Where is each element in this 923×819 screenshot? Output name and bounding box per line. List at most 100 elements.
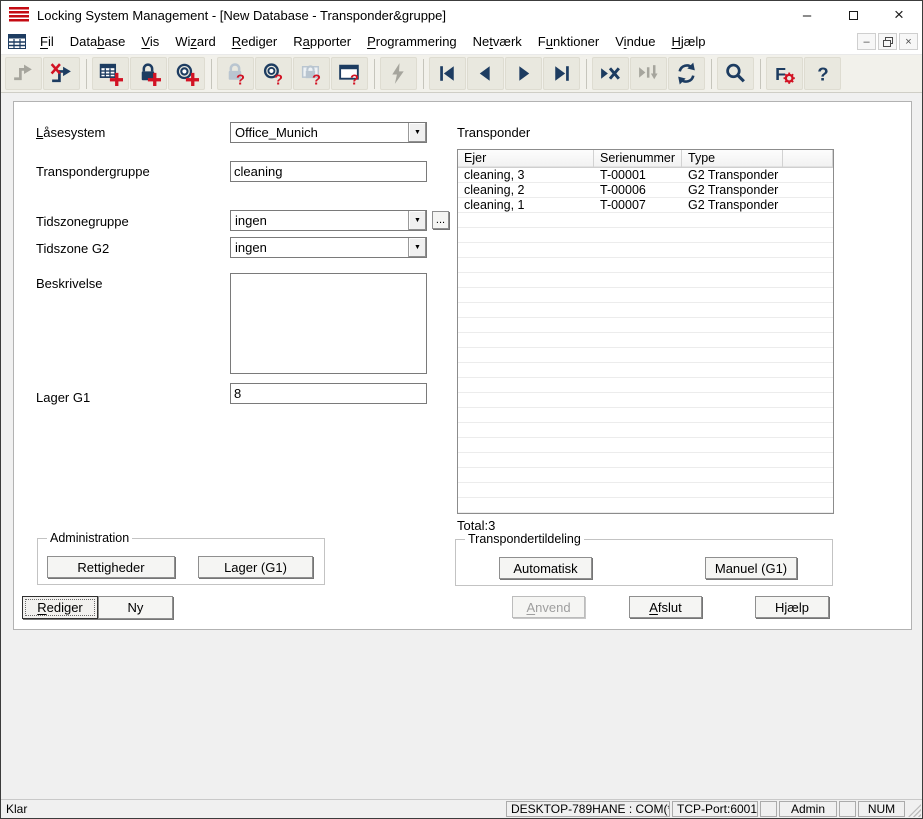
help-button[interactable]: ?	[804, 57, 841, 90]
remove-record-button[interactable]	[592, 57, 629, 90]
table-cell: G2 Transponder	[682, 183, 783, 198]
lager-g1-input[interactable]	[230, 383, 427, 404]
mdi-close-button[interactable]: ×	[899, 33, 918, 50]
refresh-button[interactable]	[668, 57, 705, 90]
menu-item-vis[interactable]: Vis	[133, 31, 167, 52]
transponder-table[interactable]: EjerSerienummerType cleaning, 3T-00001G2…	[457, 149, 834, 514]
transpondertildeling-legend: Transpondertildeling	[465, 532, 584, 546]
menu-item-fil[interactable]: Fil	[32, 31, 62, 52]
read-g1-lock-button[interactable]: ?	[293, 57, 330, 90]
menu-item-rapporter[interactable]: Rapporter	[285, 31, 359, 52]
next-record-button[interactable]	[505, 57, 542, 90]
menu-item-hj-lp[interactable]: Hjælp	[663, 31, 713, 52]
tidszone-g2-combo[interactable]: ingen ▼	[230, 237, 427, 258]
ny-button[interactable]: Ny	[98, 596, 173, 619]
new-transponder-button[interactable]	[168, 57, 205, 90]
tidszone-g2-value: ingen	[235, 240, 267, 255]
toolbar-separator	[711, 59, 712, 89]
table-row[interactable]: cleaning, 1T-00007G2 Transponder	[458, 198, 833, 213]
anvend-button: Anvend	[512, 596, 585, 618]
last-record-button[interactable]	[543, 57, 580, 90]
last-record-icon	[549, 61, 574, 86]
read-lock-button[interactable]: ?	[217, 57, 254, 90]
previous-record-button[interactable]	[467, 57, 504, 90]
status-num-lock: NUM	[858, 801, 905, 817]
search-button[interactable]	[717, 57, 754, 90]
tidszonegruppe-combo[interactable]: ingen ▼	[230, 210, 427, 231]
transponder-table-body[interactable]: cleaning, 3T-00001G2 Transpondercleaning…	[458, 168, 833, 513]
mdi-minimize-button[interactable]: –	[857, 33, 876, 50]
beskrivelse-label: Beskrivelse	[36, 276, 102, 291]
column-header-serienummer[interactable]: Serienummer	[594, 150, 682, 167]
close-button[interactable]: ×	[876, 1, 922, 29]
transponder-table-header[interactable]: EjerSerienummerType	[458, 150, 833, 168]
table-row[interactable]: cleaning, 3T-00001G2 Transponder	[458, 168, 833, 183]
menu-item-funktioner[interactable]: Funktioner	[530, 31, 607, 52]
login-arrow-icon	[11, 61, 36, 86]
help-icon: ?	[810, 61, 835, 86]
search-icon	[723, 61, 748, 86]
new-locking-system-button[interactable]	[92, 57, 129, 90]
filter-button[interactable]: F	[766, 57, 803, 90]
manuel-g1-button[interactable]: Manuel (G1)	[705, 557, 797, 579]
table-row[interactable]: cleaning, 2T-00006G2 Transponder	[458, 183, 833, 198]
lager-g1-button[interactable]: Lager (G1)	[198, 556, 313, 578]
new-lock-icon	[136, 61, 161, 86]
new-lock-button[interactable]	[130, 57, 167, 90]
new-locking-system-icon	[98, 61, 123, 86]
read-network-button[interactable]: ?	[331, 57, 368, 90]
filter-icon: F	[772, 61, 797, 86]
total-count: Total:3	[457, 518, 495, 533]
table-cell: G2 Transponder	[682, 198, 783, 213]
menu-item-vindue[interactable]: Vindue	[607, 31, 663, 52]
login-arrow-button	[5, 57, 42, 90]
menu-item-database[interactable]: Database	[62, 31, 134, 52]
tidszonegruppe-browse-button[interactable]: ...	[432, 211, 449, 229]
rediger-button[interactable]: Rediger	[22, 596, 98, 619]
maximize-button[interactable]	[830, 1, 876, 29]
read-transponder-button[interactable]: ?	[255, 57, 292, 90]
read-transponder-icon: ?	[261, 61, 286, 86]
column-header-ejer[interactable]: Ejer	[458, 150, 594, 167]
app-logo-icon	[9, 7, 29, 23]
disconnect-icon	[49, 61, 74, 86]
transponder-list-label: Transponder	[457, 125, 530, 140]
beskrivelse-textarea[interactable]	[230, 273, 427, 374]
mdi-restore-button[interactable]	[878, 33, 897, 50]
toolbar-separator	[423, 59, 424, 89]
tidszonegruppe-label: Tidszonegruppe	[36, 214, 129, 229]
status-tcp-port: TCP-Port:6001	[672, 801, 758, 817]
table-cell: T-00006	[594, 183, 682, 198]
status-bar: Klar DESKTOP-789HANE : COM(*) TCP-Port:6…	[1, 799, 922, 818]
lasesystem-combo[interactable]: Office_Munich ▼	[230, 122, 427, 143]
table-cell	[783, 198, 833, 213]
column-header-type[interactable]: Type	[682, 150, 783, 167]
afslut-button[interactable]: Afslut	[629, 596, 702, 618]
chevron-down-icon[interactable]: ▼	[408, 238, 426, 257]
read-g1-lock-icon: ?	[299, 61, 324, 86]
first-record-button[interactable]	[429, 57, 466, 90]
menu-item-wizard[interactable]: Wizard	[167, 31, 223, 52]
menu-item-programmering[interactable]: Programmering	[359, 31, 465, 52]
transpondergruppe-input[interactable]	[230, 161, 427, 182]
chevron-down-icon[interactable]: ▼	[408, 211, 426, 230]
transpondergruppe-label: Transpondergruppe	[36, 164, 150, 179]
minimize-button[interactable]: –	[784, 1, 830, 29]
toolbar-separator	[211, 59, 212, 89]
rettigheder-button[interactable]: Rettigheder	[47, 556, 175, 578]
program-flash-button	[380, 57, 417, 90]
hjaelp-button[interactable]: Hjælp	[755, 596, 829, 618]
chevron-down-icon[interactable]: ▼	[408, 123, 426, 142]
menu-item-rediger[interactable]: Rediger	[224, 31, 286, 52]
svg-text:?: ?	[817, 63, 828, 84]
disconnect-button[interactable]	[43, 57, 80, 90]
resize-grip[interactable]	[908, 804, 921, 817]
client-area: Låsesystem Office_Munich ▼ Transpondergr…	[1, 93, 922, 801]
column-header-blank[interactable]	[783, 150, 833, 167]
toolbar-separator	[374, 59, 375, 89]
remove-record-icon	[598, 61, 623, 86]
menu-items: FilDatabaseVisWizardRedigerRapporterProg…	[32, 31, 713, 52]
tidszone-g2-label: Tidszone G2	[36, 241, 109, 256]
automatisk-button[interactable]: Automatisk	[499, 557, 592, 579]
menu-item-netv-rk[interactable]: Netværk	[465, 31, 530, 52]
